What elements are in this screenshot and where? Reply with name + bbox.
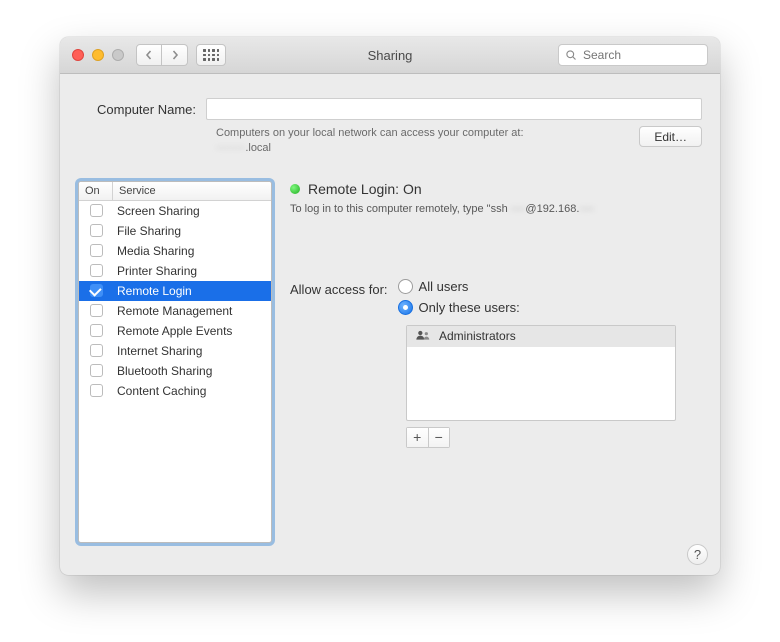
- computer-name-hint: Computers on your local network can acce…: [60, 120, 720, 157]
- sharing-preferences-window: Sharing Computer Name: Computers on your…: [60, 37, 720, 575]
- service-name: Screen Sharing: [113, 204, 200, 218]
- service-row[interactable]: File Sharing: [79, 221, 271, 241]
- close-button[interactable]: [72, 49, 84, 61]
- col-on: On: [79, 182, 113, 200]
- ssh-instruction: To log in to this computer remotely, typ…: [290, 203, 702, 215]
- main-area: On Service Screen Sharing File Sharing Med…: [60, 157, 720, 557]
- radio-button-on-icon: [398, 300, 413, 315]
- radio-only-users[interactable]: Only these users:: [398, 300, 520, 315]
- service-checkbox[interactable]: [90, 324, 103, 337]
- forward-button[interactable]: [162, 44, 188, 66]
- service-name: Remote Management: [113, 304, 232, 318]
- add-user-button[interactable]: +: [407, 428, 429, 447]
- service-row[interactable]: Bluetooth Sharing: [79, 361, 271, 381]
- services-header: On Service: [79, 182, 271, 201]
- hostname-redacted: ········: [216, 142, 245, 154]
- remove-user-button[interactable]: −: [429, 428, 450, 447]
- service-row[interactable]: Remote Management: [79, 301, 271, 321]
- computer-name-row: Computer Name:: [60, 74, 720, 120]
- service-row[interactable]: Internet Sharing: [79, 341, 271, 361]
- access-section: Allow access for: All users Only these u…: [290, 279, 702, 315]
- services-body: Screen Sharing File Sharing Media Sharing P…: [79, 201, 271, 542]
- radio-all-users[interactable]: All users: [398, 279, 520, 294]
- service-checkbox[interactable]: [90, 384, 103, 397]
- service-checkbox[interactable]: [90, 264, 103, 277]
- radio-label: All users: [419, 279, 469, 294]
- search-field[interactable]: [558, 44, 708, 66]
- show-all-button[interactable]: [196, 44, 226, 66]
- users-box: Administrators + −: [406, 325, 676, 448]
- service-row[interactable]: Media Sharing: [79, 241, 271, 261]
- computer-name-label: Computer Name:: [78, 102, 206, 117]
- service-checkbox[interactable]: [90, 284, 103, 297]
- chevron-right-icon: [170, 50, 180, 60]
- status-label: Remote Login: On: [308, 181, 422, 197]
- hint-text: Computers on your local network can acce…: [216, 127, 524, 139]
- titlebar: Sharing: [60, 37, 720, 74]
- service-row[interactable]: Printer Sharing: [79, 261, 271, 281]
- radio-label: Only these users:: [419, 300, 520, 315]
- access-radios: All users Only these users:: [398, 279, 520, 315]
- back-button[interactable]: [136, 44, 162, 66]
- search-icon: [565, 49, 577, 61]
- service-name: Remote Apple Events: [113, 324, 232, 338]
- nav-buttons: [136, 44, 188, 66]
- service-row[interactable]: Content Caching: [79, 381, 271, 401]
- service-row[interactable]: Remote Login: [79, 281, 271, 301]
- status-led-icon: [290, 184, 300, 194]
- users-list[interactable]: Administrators: [406, 325, 676, 421]
- zoom-button[interactable]: [112, 49, 124, 61]
- service-name: Bluetooth Sharing: [113, 364, 212, 378]
- service-checkbox[interactable]: [90, 224, 103, 237]
- computer-name-input[interactable]: [206, 98, 702, 120]
- service-row[interactable]: Screen Sharing: [79, 201, 271, 221]
- col-service: Service: [113, 182, 271, 200]
- service-checkbox[interactable]: [90, 364, 103, 377]
- user-name: Administrators: [439, 329, 516, 343]
- minimize-button[interactable]: [92, 49, 104, 61]
- service-row[interactable]: Remote Apple Events: [79, 321, 271, 341]
- user-row[interactable]: Administrators: [407, 326, 675, 347]
- help-button[interactable]: ?: [687, 544, 708, 565]
- service-checkbox[interactable]: [90, 304, 103, 317]
- service-checkbox[interactable]: [90, 244, 103, 257]
- edit-button[interactable]: Edit…: [639, 126, 702, 147]
- chevron-left-icon: [144, 50, 154, 60]
- add-remove-buttons: + −: [406, 427, 450, 448]
- service-name: Internet Sharing: [113, 344, 202, 358]
- users-icon: [415, 329, 431, 344]
- service-checkbox[interactable]: [90, 344, 103, 357]
- service-name: Remote Login: [113, 284, 192, 298]
- status-line: Remote Login: On: [290, 181, 702, 197]
- service-name: Printer Sharing: [113, 264, 197, 278]
- access-label: Allow access for:: [290, 279, 388, 315]
- service-detail: Remote Login: On To log in to this compu…: [290, 181, 702, 543]
- service-name: Media Sharing: [113, 244, 194, 258]
- service-name: Content Caching: [113, 384, 206, 398]
- window-controls: [60, 49, 124, 61]
- radio-button-icon: [398, 279, 413, 294]
- search-input[interactable]: [581, 47, 701, 63]
- service-checkbox[interactable]: [90, 204, 103, 217]
- services-list[interactable]: On Service Screen Sharing File Sharing Med…: [78, 181, 272, 543]
- service-name: File Sharing: [113, 224, 181, 238]
- hostname-suffix: .local: [245, 142, 271, 154]
